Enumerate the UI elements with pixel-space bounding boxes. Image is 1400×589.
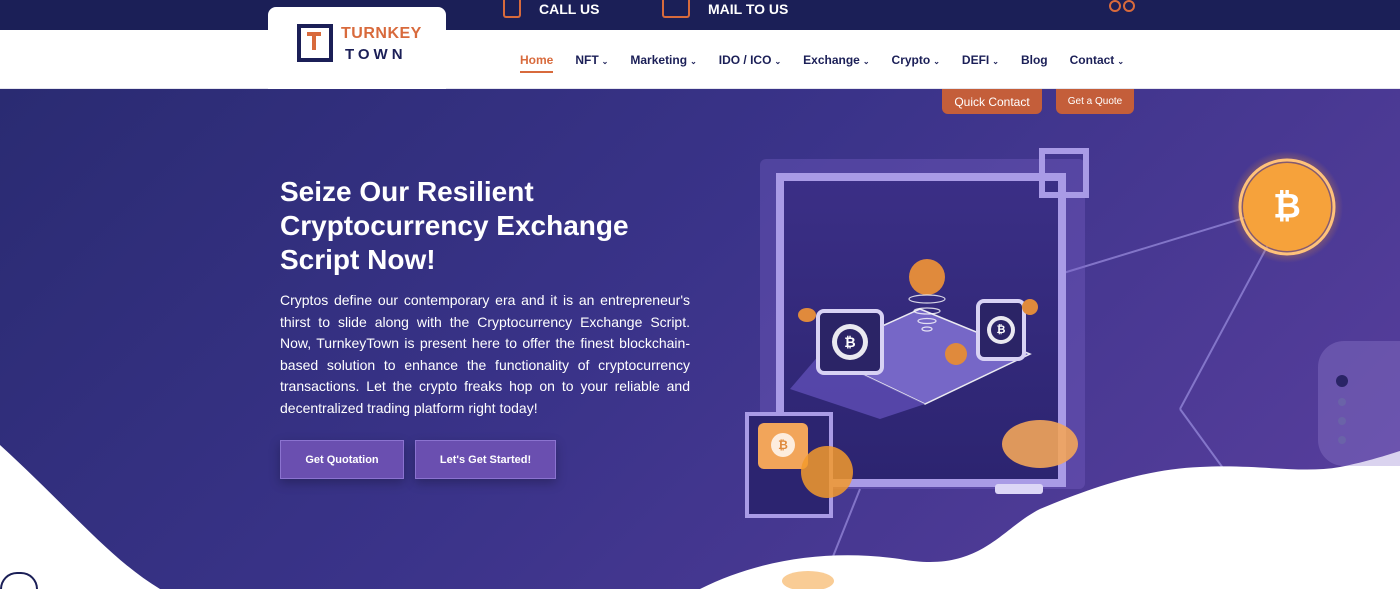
nav-item-contact[interactable]: Contact ⌄ [1070, 53, 1124, 67]
get-started-button[interactable]: Let's Get Started! [415, 440, 556, 479]
chevron-down-icon: ⌄ [1117, 56, 1125, 66]
call-us-link[interactable]: CALL US [503, 0, 599, 18]
quick-contact-button[interactable]: Quick Contact [942, 89, 1042, 114]
hero-background-art [0, 148, 1400, 589]
nav-item-nft[interactable]: NFT ⌄ [575, 53, 608, 67]
nav-item-label: Blog [1020, 52, 1048, 67]
main-navbar: Home NFT ⌄ Marketing ⌄ IDO / ICO ⌄ Exchange ⌄ Cry… [0, 30, 1400, 89]
slider-dot[interactable] [1338, 398, 1346, 406]
nav-item-crypto[interactable]: Crypto ⌄ [892, 53, 940, 67]
slider-dots [1336, 375, 1348, 444]
mail-us-label: MAIL TO US [708, 1, 789, 17]
phone-icon [503, 0, 521, 18]
mail-us-link[interactable]: MAIL TO US [662, 0, 788, 18]
mail-icon [662, 0, 690, 18]
slider-dot[interactable] [1336, 375, 1348, 387]
chevron-down-icon: ⌄ [933, 56, 940, 66]
nav-item-blog[interactable]: Blog [1021, 53, 1048, 67]
nav-item-home[interactable]: Home [520, 52, 554, 73]
side-tab-panel [1318, 341, 1400, 466]
nav-item-label: Crypto [891, 52, 931, 67]
nav-item-defi[interactable]: DEFI ⌄ [962, 53, 999, 67]
nav-item-label: Contact [1069, 52, 1115, 67]
slider-dot[interactable] [1338, 436, 1346, 444]
logo-text-turnkey: TURNKEY [341, 25, 422, 42]
logo[interactable]: TURNKEY TOWN [268, 7, 446, 89]
hero-section: Quick Contact Get a Quote Seize Our Resi… [0, 89, 1400, 589]
logo-text-town: TOWN [345, 46, 407, 63]
bitcoin-icon: ₿ [778, 438, 788, 452]
chevron-down-icon: ⌄ [601, 56, 609, 66]
nav-item-label: Exchange [803, 52, 860, 67]
nav-item-ido-ico[interactable]: IDO / ICO ⌄ [719, 53, 781, 67]
chevron-down-icon: ⌄ [774, 56, 782, 66]
chevron-down-icon: ⌄ [862, 56, 870, 66]
nav-item-label: NFT [575, 52, 599, 67]
get-quote-button[interactable]: Get a Quote [1056, 89, 1134, 114]
chevron-down-icon: ⌄ [992, 56, 999, 66]
glasses-icon[interactable] [1109, 0, 1135, 12]
bitcoin-icon: ₿ [1273, 187, 1301, 226]
bitcoin-icon: ₿ [844, 334, 856, 350]
get-quotation-button[interactable]: Get Quotation [280, 440, 404, 479]
chevron-down-icon: ⌄ [690, 56, 697, 66]
bitcoin-icon: ₿ [996, 324, 1006, 336]
slider-dot[interactable] [1338, 417, 1346, 425]
nav-item-label: Home [520, 52, 554, 67]
nav-item-marketing[interactable]: Marketing ⌄ [630, 53, 696, 67]
nav-item-label: DEFI [961, 52, 990, 67]
nav-item-label: IDO / ICO [718, 52, 772, 67]
hero-description: Cryptos define our contemporary era and … [280, 292, 690, 416]
call-us-label: CALL US [539, 1, 600, 17]
logo-mark-icon [297, 24, 333, 62]
main-nav: Home NFT ⌄ Marketing ⌄ IDO / ICO ⌄ Exchange ⌄ Cry… [520, 30, 1146, 89]
top-bar: CALL US MAIL TO US [0, 0, 1400, 30]
hero-title: Seize Our Resilient Cryptocurrency Excha… [280, 176, 629, 275]
nav-item-label: Marketing [630, 52, 688, 67]
nav-item-exchange[interactable]: Exchange ⌄ [803, 53, 869, 67]
